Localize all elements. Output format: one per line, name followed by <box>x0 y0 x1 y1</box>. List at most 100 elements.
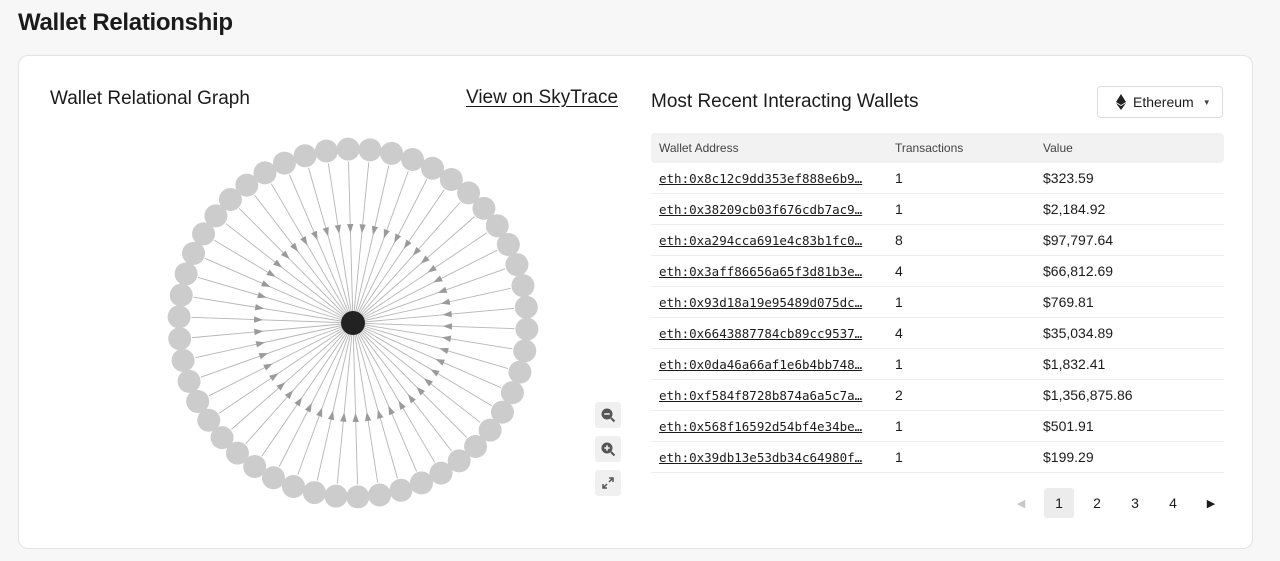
fit-screen-button[interactable] <box>595 470 621 496</box>
graph-edge <box>352 322 515 330</box>
chevron-right-icon: ▶ <box>1206 497 1216 510</box>
graph-edge-arrow <box>423 378 433 387</box>
cell-address: eth:0x0da46a66af1e6b4bb748… <box>651 357 887 372</box>
graph-peer-node[interactable] <box>508 360 532 384</box>
cell-address: eth:0x568f16592d54bf4e34be… <box>651 419 887 434</box>
graph-edge <box>231 322 354 430</box>
wallet-address-link[interactable]: eth:0xa294cca691e4c83b1fc0… <box>659 233 881 248</box>
table-row: eth:0x39db13e53db34c64980f… 1 $199.29 <box>651 442 1224 473</box>
graph-edge <box>352 216 475 324</box>
chain-select[interactable]: Ethereum ▼ <box>1097 86 1223 118</box>
view-on-skytrace-link[interactable]: View on SkyTrace <box>466 87 618 109</box>
wallet-address-link[interactable]: eth:0x38209cb03f676cdb7ac9… <box>659 202 881 217</box>
graph-peer-node[interactable] <box>515 317 539 341</box>
next-page-button[interactable]: ▶ <box>1196 488 1226 518</box>
wallet-address-link[interactable]: eth:0x568f16592d54bf4e34be… <box>659 419 881 434</box>
page-button-3[interactable]: 3 <box>1120 488 1150 518</box>
graph-peer-node[interactable] <box>253 161 277 185</box>
graph-edge-arrow <box>263 363 273 371</box>
cell-value: $66,812.69 <box>1043 263 1114 279</box>
graph-edge <box>352 287 511 324</box>
graph-edge <box>352 322 481 423</box>
graph-peer-node[interactable] <box>505 253 529 277</box>
graph-peer-node[interactable] <box>177 369 201 393</box>
graph-edge <box>254 194 354 324</box>
cell-address: eth:0x3aff86656a65f3d81b3e… <box>651 264 887 279</box>
graph-edge-arrow <box>340 412 347 422</box>
graph-edge-arrow <box>290 242 299 252</box>
table-row: eth:0xf584f8728b874a6a5c7a… 2 $1,356,875.8… <box>651 380 1224 411</box>
graph-edge-arrow <box>273 259 283 268</box>
graph-peer-node[interactable] <box>496 233 520 257</box>
graph-peer-node[interactable] <box>346 485 370 509</box>
graph-peer-node[interactable] <box>410 471 434 495</box>
graph-peer-node[interactable] <box>302 481 326 505</box>
graph-edge-arrow <box>261 280 271 287</box>
graph-edge-arrow <box>254 304 265 311</box>
graph-peer-node[interactable] <box>281 475 305 499</box>
cell-address: eth:0x8c12c9dd353ef888e6b9… <box>651 171 887 186</box>
graph-edge <box>352 322 418 472</box>
graph-edge-arrow <box>327 410 335 421</box>
graph-peer-node[interactable] <box>380 141 404 165</box>
wallet-address-link[interactable]: eth:0x39db13e53db34c64980f… <box>659 450 881 465</box>
graph-peer-node[interactable] <box>186 389 210 413</box>
graph-peer-node[interactable] <box>511 274 535 298</box>
graph-edge-arrow <box>322 226 329 237</box>
graph-edge-arrow <box>383 228 390 239</box>
graph-edge-arrow <box>442 323 453 330</box>
zoom-out-button[interactable] <box>595 402 621 428</box>
wallet-address-link[interactable]: eth:0x93d18a19e95489d075dc… <box>659 295 881 310</box>
fit-screen-icon <box>602 477 614 489</box>
graph-peer-node[interactable] <box>293 144 317 168</box>
graph-peer-node[interactable] <box>182 241 206 265</box>
zoom-in-button[interactable] <box>595 436 621 462</box>
graph-edge-arrow <box>442 310 452 318</box>
graph-peer-node[interactable] <box>368 483 392 507</box>
wallet-address-link[interactable]: eth:0x6643887784cb89cc9537… <box>659 326 881 341</box>
cell-value: $97,797.64 <box>1043 232 1114 248</box>
page-button-2[interactable]: 2 <box>1082 488 1112 518</box>
cell-transactions: 1 <box>895 356 903 372</box>
prev-page-button[interactable]: ◀ <box>1006 488 1036 518</box>
graph-edge-arrow <box>439 347 449 355</box>
graph-peer-node[interactable] <box>389 478 413 502</box>
cell-transactions: 1 <box>895 201 903 217</box>
graph-edge-arrow <box>388 405 395 416</box>
graph-peer-node[interactable] <box>169 283 193 307</box>
graph-center-node[interactable] <box>341 311 365 335</box>
graph-peer-node[interactable] <box>513 339 537 363</box>
cell-value: $199.29 <box>1043 449 1094 465</box>
graph-peer-node[interactable] <box>429 461 453 485</box>
wallet-address-link[interactable]: eth:0xf584f8728b874a6a5c7a… <box>659 388 881 403</box>
graph-peer-node[interactable] <box>401 147 425 171</box>
graph-edge-arrow <box>253 316 264 323</box>
graph-peer-node[interactable] <box>336 137 360 161</box>
page-button-1[interactable]: 1 <box>1044 488 1074 518</box>
graph-peer-node[interactable] <box>174 262 198 286</box>
graph-peer-node[interactable] <box>324 484 348 508</box>
graph-peer-node[interactable] <box>500 381 524 405</box>
graph-edge-arrow <box>435 359 445 366</box>
relational-graph[interactable] <box>139 131 539 531</box>
graph-edge <box>308 167 354 324</box>
page-button-4[interactable]: 4 <box>1158 488 1188 518</box>
wallet-address-link[interactable]: eth:0x3aff86656a65f3d81b3e… <box>659 264 881 279</box>
graph-edge-arrow <box>359 224 366 234</box>
column-header-address: Wallet Address <box>659 141 739 155</box>
cell-transactions: 4 <box>895 325 903 341</box>
graph-edge-arrow <box>398 400 406 411</box>
graph-peer-node[interactable] <box>171 348 195 372</box>
graph-peer-node[interactable] <box>514 295 538 319</box>
graph-edge <box>352 162 370 324</box>
graph-peer-node[interactable] <box>272 151 296 175</box>
wallet-address-link[interactable]: eth:0x0da46a66af1e6b4bb748… <box>659 357 881 372</box>
graph-peer-node[interactable] <box>358 138 382 162</box>
wallet-address-link[interactable]: eth:0x8c12c9dd353ef888e6b9… <box>659 171 881 186</box>
cell-transactions: 1 <box>895 170 903 186</box>
cell-value: $501.91 <box>1043 418 1094 434</box>
graph-edge-arrow <box>403 239 412 249</box>
graph-peer-node[interactable] <box>168 327 192 351</box>
graph-peer-node[interactable] <box>314 139 338 163</box>
graph-peer-node[interactable] <box>167 305 191 329</box>
